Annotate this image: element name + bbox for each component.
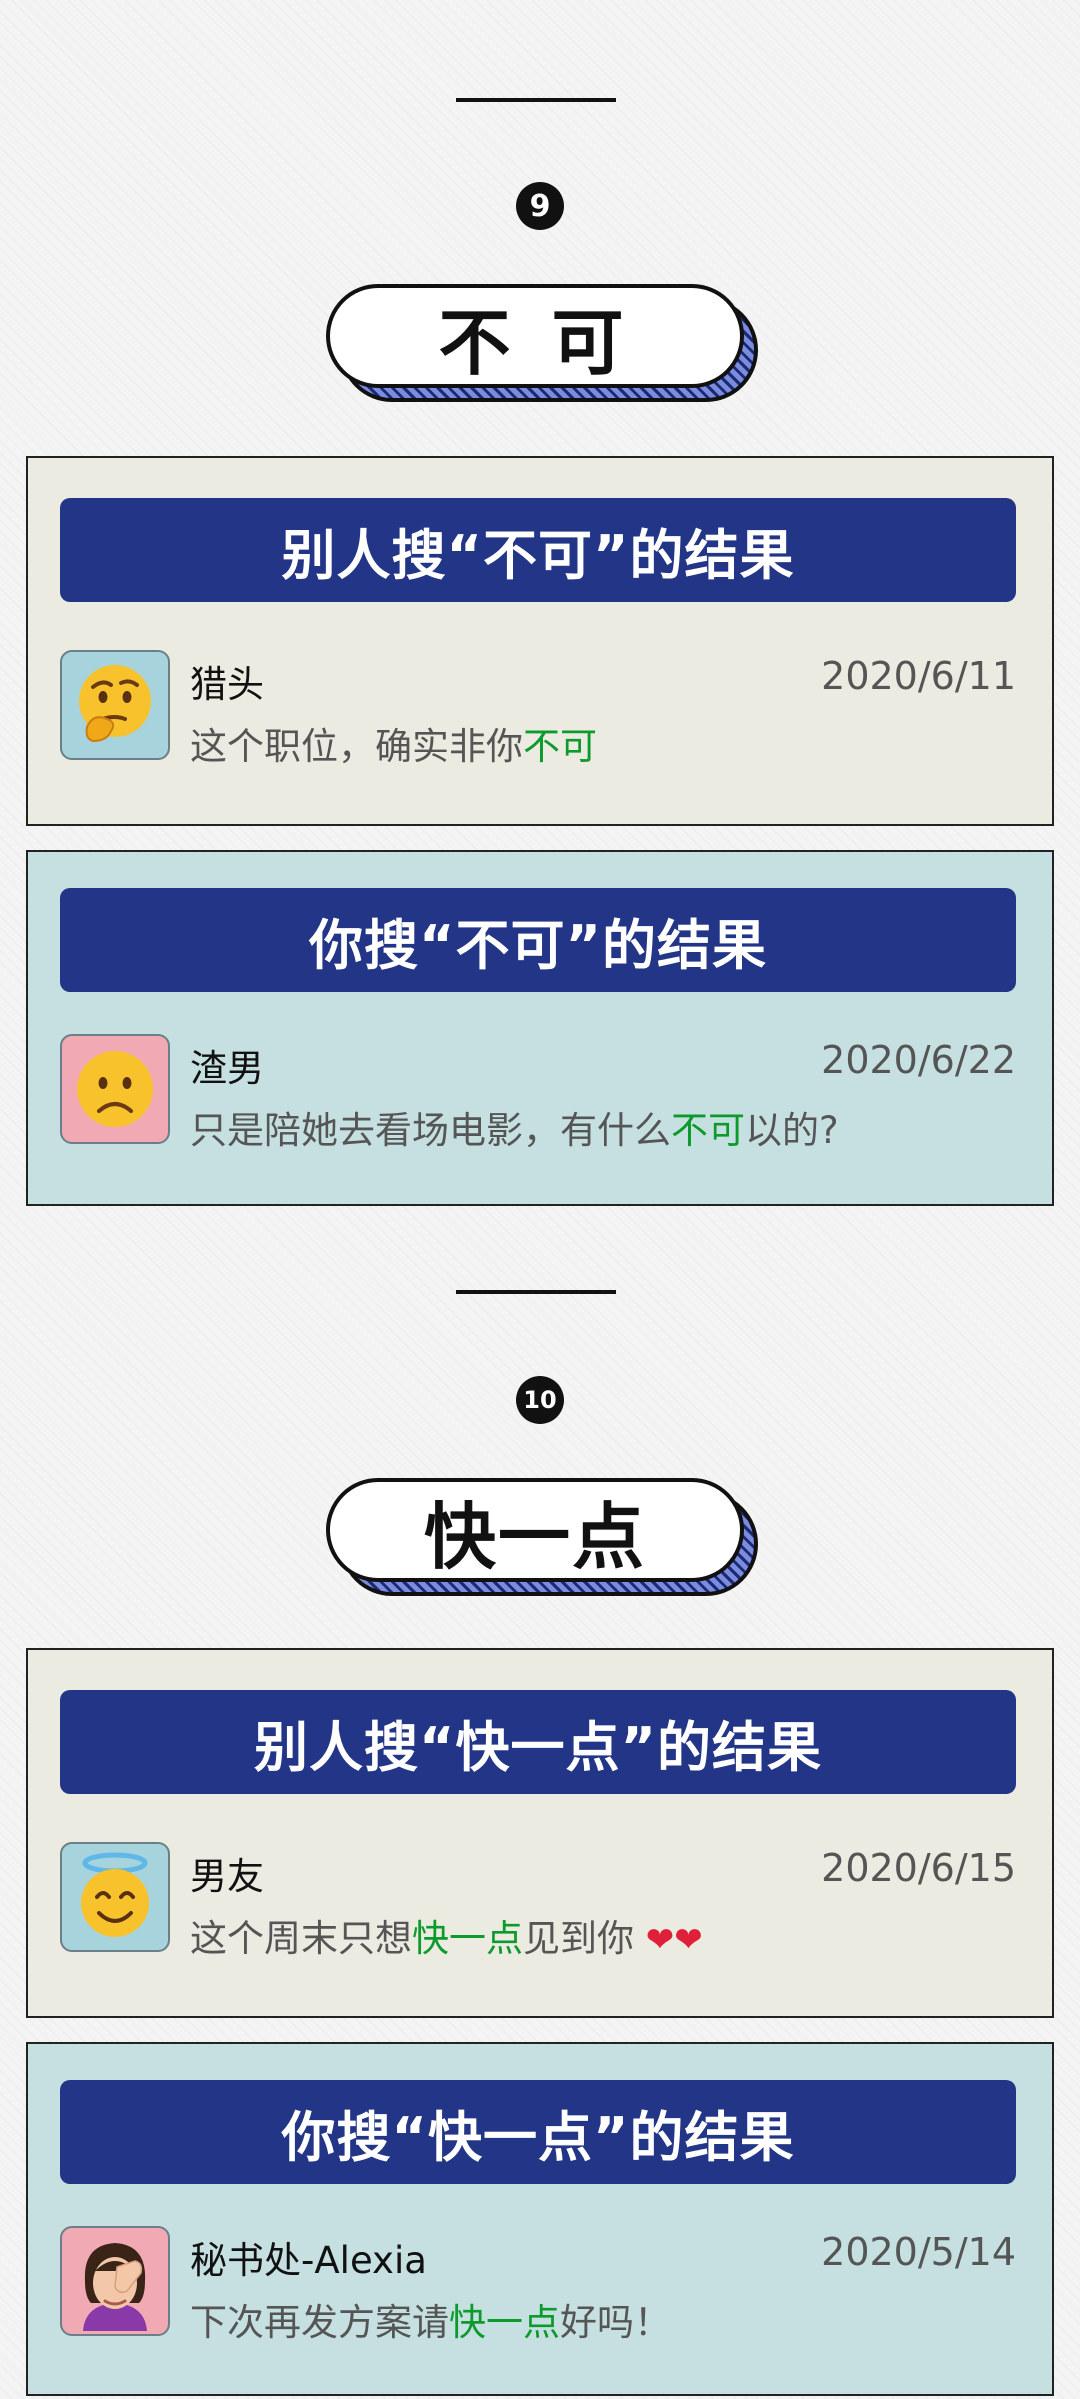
frowning-face-icon: [77, 1051, 153, 1127]
message-text: 这个职位，确实非你不可: [190, 716, 597, 770]
thinking-face-icon: [79, 665, 151, 743]
user-name: 渣男: [190, 1047, 264, 1090]
result-card: 别人搜“快一点”的结果 男友 2020/6/15 这个周末只想快一点见到你 ❤❤: [26, 1648, 1054, 2018]
section-number-badge: 9: [516, 182, 564, 230]
result-card: 别人搜“不可”的结果 猎头 2020/6/11 这个职位，确实非你不可: [26, 456, 1054, 826]
message-part: 好吗！: [560, 2301, 671, 2344]
section-title: 不 可: [326, 284, 758, 406]
user-name: 男友: [190, 1855, 264, 1898]
result-card: 你搜“不可”的结果 渣男 2020/6/22 只是陪她去看场电影，有什么不可以的…: [26, 850, 1054, 1206]
card-banner: 别人搜“快一点”的结果: [60, 1690, 1016, 1794]
smiling-halo-face-avatar: [60, 1842, 170, 1952]
message-highlight: 快一点: [412, 1917, 523, 1960]
card-banner: 别人搜“不可”的结果: [60, 498, 1016, 602]
message-text: 只是陪她去看场电影，有什么不可以的?: [190, 1100, 839, 1154]
smiling-halo-face-icon: [81, 1852, 149, 1937]
user-name: 猎头: [190, 663, 264, 706]
message-text: 这个周末只想快一点见到你 ❤❤: [190, 1908, 703, 1962]
post-date: 2020/6/15: [821, 1846, 1016, 1890]
message-highlight: 不可: [523, 725, 597, 768]
post-date: 2020/5/14: [821, 2230, 1016, 2274]
section-number-badge: 10: [516, 1376, 564, 1424]
message-part: 这个职位，确实非你: [190, 725, 523, 768]
facepalm-woman-icon: [83, 2243, 147, 2331]
result-card: 你搜“快一点”的结果 秘书处-Alexia 2020/5/14 下次再发方案请快…: [26, 2042, 1054, 2396]
message-part: 只是陪她去看场电影，有什么: [190, 1109, 671, 1152]
section-title-text: 快一点: [326, 1478, 744, 1582]
message-part: 这个周末只想: [190, 1917, 412, 1960]
message-part: 下次再发方案请: [190, 2301, 449, 2344]
frowning-face-avatar: [60, 1034, 170, 1144]
message-highlight: 不可: [671, 1109, 745, 1152]
section-title-text: 不 可: [326, 284, 744, 388]
section-title: 快一点: [326, 1478, 758, 1600]
section-divider: [456, 1290, 616, 1294]
section-divider: [456, 98, 616, 102]
message-part: 见到你: [523, 1917, 646, 1960]
card-banner: 你搜“快一点”的结果: [60, 2080, 1016, 2184]
post-date: 2020/6/22: [821, 1038, 1016, 1082]
message-text: 下次再发方案请快一点好吗！: [190, 2292, 671, 2346]
heart-icon: ❤❤: [645, 1920, 703, 1960]
facepalm-woman-avatar: [60, 2226, 170, 2336]
user-name: 秘书处-Alexia: [190, 2239, 427, 2282]
message-highlight: 快一点: [449, 2301, 560, 2344]
message-part: 以的?: [745, 1109, 839, 1152]
thinking-face-avatar: [60, 650, 170, 760]
card-banner: 你搜“不可”的结果: [60, 888, 1016, 992]
post-date: 2020/6/11: [821, 654, 1016, 698]
